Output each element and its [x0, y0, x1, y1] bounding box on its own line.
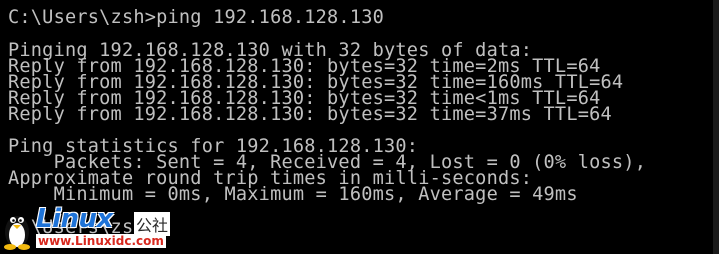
console-window[interactable]: C:\Users\zsh>ping 192.168.128.130 Pingin…	[0, 0, 719, 254]
watermark-logo: Linux 公社 www.Linuxidc.com	[2, 204, 192, 252]
reply-line: Reply from 192.168.128.130: bytes=32 tim…	[8, 104, 612, 125]
watermark-brand: Linux	[36, 204, 113, 234]
tux-penguin-icon	[4, 216, 30, 250]
watermark-url: www.Linuxidc.com	[36, 234, 166, 248]
scrollbar[interactable]	[713, 0, 719, 254]
prompt-line: C:\Users\zsh>ping 192.168.128.130	[8, 7, 385, 28]
watermark-cn-text: 公社	[134, 212, 171, 236]
minmax-line: Minimum = 0ms, Maximum = 160ms, Average …	[8, 184, 578, 205]
